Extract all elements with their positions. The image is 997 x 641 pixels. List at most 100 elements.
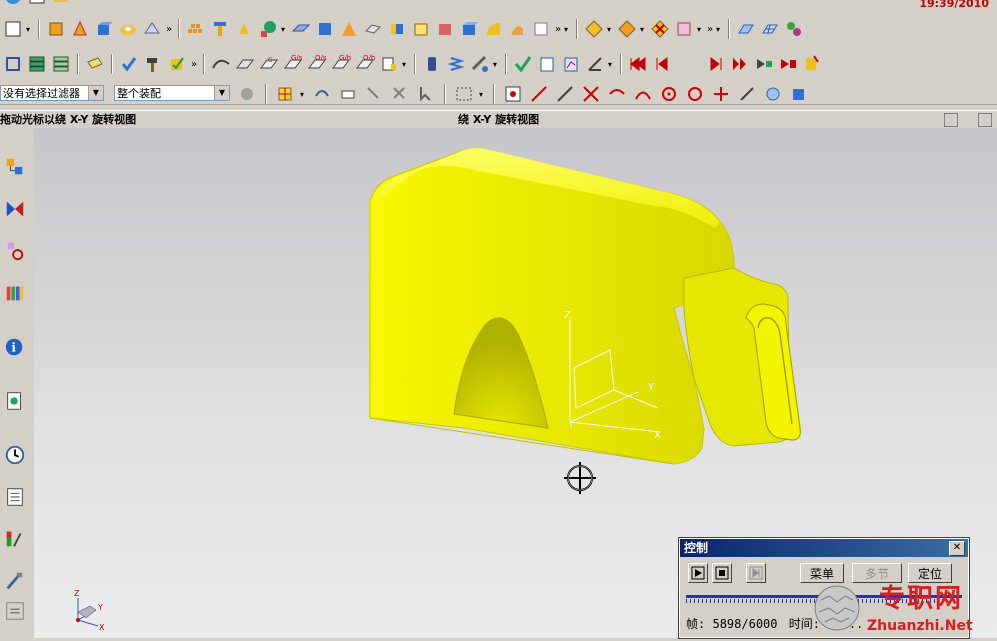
unite-icon[interactable]: [209, 18, 231, 40]
datum-plane-icon[interactable]: [290, 18, 312, 40]
yellow-part-model[interactable]: [369, 148, 801, 465]
app-icon[interactable]: [2, 0, 24, 7]
snap-mid-icon[interactable]: [528, 83, 550, 105]
rect-select-icon[interactable]: [453, 83, 475, 105]
palette-icon[interactable]: [2, 526, 28, 552]
extrude-icon[interactable]: [45, 18, 67, 40]
thicken-icon[interactable]: [362, 18, 384, 40]
hole-icon[interactable]: [117, 18, 139, 40]
graph-icon[interactable]: [560, 53, 582, 75]
filter-settings-icon[interactable]: [236, 83, 258, 105]
offset-icon[interactable]: [410, 18, 432, 40]
layers-icon[interactable]: [26, 53, 48, 75]
snap-solid-icon[interactable]: [788, 83, 810, 105]
sketch-icon[interactable]: [2, 18, 24, 40]
pattern-icon[interactable]: [185, 18, 207, 40]
constraint-navigator-icon[interactable]: [2, 196, 28, 222]
chevron-down-icon[interactable]: ▼: [214, 86, 229, 100]
constraint-icon[interactable]: [616, 18, 638, 40]
hammer-icon[interactable]: [142, 53, 164, 75]
surface-icon[interactable]: [482, 18, 504, 40]
history-icon[interactable]: [2, 388, 28, 414]
snap-intersect-icon[interactable]: [580, 83, 602, 105]
analysis-icon[interactable]: [783, 18, 805, 40]
move-icon[interactable]: [233, 18, 255, 40]
tag-icon[interactable]: [84, 53, 106, 75]
section-curve-icon[interactable]: [234, 53, 256, 75]
os-icon[interactable]: O/s: [306, 53, 328, 75]
export-icon[interactable]: [753, 53, 775, 75]
validate-icon[interactable]: [166, 53, 188, 75]
step-forward-icon[interactable]: [705, 53, 727, 75]
play-button[interactable]: [688, 563, 708, 583]
curvature-icon[interactable]: [378, 53, 400, 75]
pick-icon[interactable]: [363, 83, 385, 105]
plugin-icon[interactable]: [801, 53, 823, 75]
layer-stack-icon[interactable]: [50, 53, 72, 75]
grid-surface-icon[interactable]: [759, 18, 781, 40]
status-toggle-icon[interactable]: [944, 113, 958, 127]
eraser-icon[interactable]: [337, 83, 359, 105]
snap-slash-icon[interactable]: [736, 83, 758, 105]
close-icon[interactable]: ✕: [949, 541, 965, 556]
snap-line-icon[interactable]: [554, 83, 576, 105]
point-icon[interactable]: [257, 18, 279, 40]
snap-endpoint-icon[interactable]: [502, 83, 524, 105]
sweep-icon[interactable]: [506, 18, 528, 40]
pad-icon[interactable]: [141, 18, 163, 40]
shell-icon[interactable]: [338, 18, 360, 40]
step-button[interactable]: [746, 563, 766, 583]
delete-component-icon[interactable]: [649, 18, 671, 40]
trim-icon[interactable]: [386, 18, 408, 40]
snap-quadrant-icon[interactable]: [684, 83, 706, 105]
pick-all-icon[interactable]: [389, 83, 411, 105]
scroll-down-icon[interactable]: [2, 598, 28, 624]
roles-icon[interactable]: [2, 484, 28, 510]
snap-arc-icon[interactable]: [632, 83, 654, 105]
rewind-icon[interactable]: [627, 53, 649, 75]
simulation-check-icon[interactable]: [512, 53, 534, 75]
snap-curve-icon[interactable]: [606, 83, 628, 105]
measure-icon[interactable]: [584, 53, 606, 75]
oh-icon[interactable]: O/h: [354, 53, 376, 75]
gs-icon[interactable]: G/s: [282, 53, 304, 75]
cylinder-icon[interactable]: [421, 53, 443, 75]
new-file-icon[interactable]: [26, 0, 48, 7]
gh-icon[interactable]: G/h: [330, 53, 352, 75]
dialog-titlebar[interactable]: 控制 ✕: [680, 539, 968, 557]
check-icon[interactable]: [118, 53, 140, 75]
system-tool-icon[interactable]: [2, 568, 28, 594]
spring-icon[interactable]: [445, 53, 467, 75]
component-array-icon[interactable]: [673, 18, 695, 40]
record-icon[interactable]: [777, 53, 799, 75]
block-icon[interactable]: [93, 18, 115, 40]
revolve-icon[interactable]: [69, 18, 91, 40]
reuse-library-icon[interactable]: [2, 280, 28, 306]
mesh-surface-icon[interactable]: [735, 18, 757, 40]
motion-icon[interactable]: [469, 53, 491, 75]
status-close-icon[interactable]: [978, 113, 992, 127]
chevron-down-icon[interactable]: ▼: [88, 86, 103, 100]
step-back-icon[interactable]: [651, 53, 673, 75]
stop-button[interactable]: [712, 563, 732, 583]
face-icon[interactable]: [530, 18, 552, 40]
assembly-scope-select[interactable]: 整个装配 ▼: [114, 85, 230, 101]
sew-icon[interactable]: [434, 18, 456, 40]
fast-forward-icon[interactable]: [729, 53, 751, 75]
chamfer-icon[interactable]: [314, 18, 336, 40]
curve-icon[interactable]: [210, 53, 232, 75]
open-icon[interactable]: [50, 0, 72, 7]
pointer-icon[interactable]: [415, 83, 437, 105]
isoparam-icon[interactable]: G: [258, 53, 280, 75]
results-icon[interactable]: [536, 53, 558, 75]
snap-face-icon[interactable]: [762, 83, 784, 105]
info-icon[interactable]: i: [2, 334, 28, 360]
undo-arrow-icon[interactable]: [311, 83, 333, 105]
snap-point-plus-icon[interactable]: [710, 83, 732, 105]
clock-icon[interactable]: [2, 442, 28, 468]
cube-icon[interactable]: [458, 18, 480, 40]
snap-point-icon[interactable]: [274, 83, 296, 105]
selection-filter-select[interactable]: 没有选择过滤器 ▼: [0, 85, 104, 101]
select-frame-icon[interactable]: [2, 53, 24, 75]
snap-center-icon[interactable]: [658, 83, 680, 105]
